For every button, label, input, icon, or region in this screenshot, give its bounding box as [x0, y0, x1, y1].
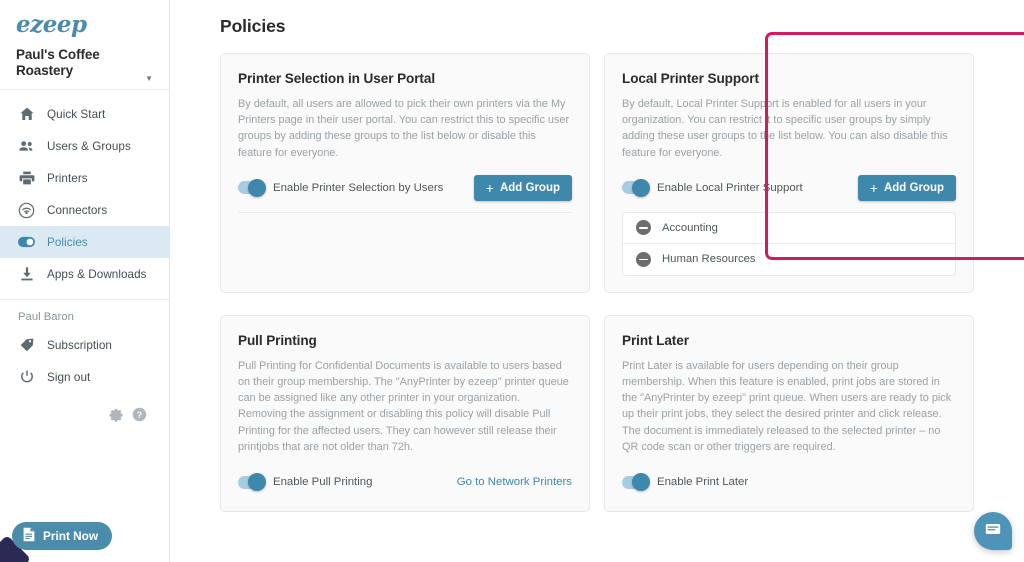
policy-card-pull-printing: Pull Printing Pull Printing for Confiden… — [220, 314, 590, 513]
chat-icon — [984, 520, 1002, 543]
toggle-label: Enable Printer Selection by Users — [273, 181, 444, 194]
printer-icon — [18, 170, 35, 187]
toggle-icon — [18, 234, 35, 251]
card-description: By default, all users are allowed to pic… — [238, 98, 570, 159]
document-icon — [22, 527, 36, 545]
chevron-down-icon[interactable]: ▼ — [145, 75, 153, 83]
toggle-switch-on[interactable] — [622, 473, 650, 492]
sidebar-item-apps-downloads[interactable]: Apps & Downloads — [0, 258, 169, 290]
assigned-group-list: Accounting Human Resources — [622, 211, 956, 276]
sidebar-item-policies[interactable]: Policies — [0, 226, 169, 258]
tag-icon — [18, 337, 35, 354]
plus-icon: + — [869, 179, 878, 196]
sidebar: ezeep Paul's Coffee Roastery ▼ Quick Sta… — [0, 0, 170, 562]
sidebar-item-sign-out[interactable]: Sign out — [0, 361, 169, 393]
app-root: ezeep Paul's Coffee Roastery ▼ Quick Sta… — [0, 0, 1024, 562]
sidebar-item-connectors[interactable]: Connectors — [0, 194, 169, 226]
empty-group-area — [238, 213, 572, 269]
sidebar-item-printers[interactable]: Printers — [0, 162, 169, 194]
card-title: Local Printer Support — [622, 71, 759, 86]
card-controls-row: Enable Local Printer Support + Add Group — [622, 174, 956, 201]
plus-icon: + — [485, 179, 494, 196]
card-description: By default, Local Printer Support is ena… — [622, 98, 948, 159]
toggle-switch-on[interactable] — [238, 473, 266, 492]
page-title: Policies — [220, 16, 286, 36]
enable-local-printer-support-toggle[interactable]: Enable Local Printer Support — [622, 178, 803, 197]
group-name: Human Resources — [662, 253, 756, 266]
help-icon[interactable]: ? — [132, 407, 147, 422]
enable-printer-selection-toggle[interactable]: Enable Printer Selection by Users — [238, 178, 444, 197]
sidebar-item-label: Connectors — [47, 203, 108, 217]
ezeep-logo: ezeep — [16, 11, 87, 38]
sidebar-item-label: Policies — [47, 235, 88, 249]
toggle-label: Enable Print Later — [657, 476, 749, 489]
policy-card-printer-selection: Printer Selection in User Portal By defa… — [220, 53, 590, 293]
list-item[interactable]: Accounting — [623, 213, 955, 244]
utility-icon-row: ? — [0, 393, 169, 422]
print-now-label: Print Now — [43, 529, 99, 543]
add-group-button[interactable]: + Add Group — [857, 174, 956, 201]
list-item[interactable]: Human Resources — [623, 244, 955, 275]
policy-card-grid: Printer Selection in User Portal By defa… — [220, 53, 984, 513]
sidebar-item-users-groups[interactable]: Users & Groups — [0, 130, 169, 162]
card-title: Pull Printing — [238, 332, 317, 348]
toggle-switch-on[interactable] — [622, 178, 650, 197]
home-icon — [18, 106, 35, 123]
brand-block: ezeep Paul's Coffee Roastery ▼ — [0, 0, 169, 90]
sidebar-item-label: Users & Groups — [47, 139, 131, 153]
policy-card-print-later: Print Later Print Later is available for… — [604, 314, 974, 513]
remove-group-icon[interactable] — [636, 251, 651, 267]
add-group-label: Add Group — [499, 181, 560, 194]
toggle-label: Enable Pull Printing — [273, 476, 373, 489]
enable-print-later-toggle[interactable]: Enable Print Later — [622, 473, 749, 492]
gear-icon[interactable] — [109, 408, 123, 422]
users-icon — [18, 138, 35, 155]
download-icon — [18, 266, 35, 283]
card-description: Pull Printing for Confidential Documents… — [238, 359, 569, 453]
remove-group-icon[interactable] — [636, 220, 651, 236]
group-name: Accounting — [662, 221, 718, 234]
policy-card-local-printer-support: Local Printer Support By default, Local … — [604, 53, 974, 293]
add-group-label: Add Group — [883, 181, 944, 194]
add-group-button[interactable]: + Add Group — [473, 174, 572, 201]
sidebar-item-label: Apps & Downloads — [47, 267, 147, 281]
main-content: Policies Printer Selection in User Porta… — [170, 0, 1024, 562]
go-to-network-printers-link[interactable]: Go to Network Printers — [457, 476, 572, 488]
card-controls-row: Enable Pull Printing Go to Network Print… — [238, 469, 572, 495]
card-description: Print Later is available for users depen… — [622, 359, 952, 453]
sidebar-item-label: Printers — [47, 171, 88, 185]
sidebar-item-label: Quick Start — [47, 107, 106, 121]
sidebar-item-label: Subscription — [47, 338, 112, 352]
power-icon — [18, 369, 35, 386]
enable-pull-printing-toggle[interactable]: Enable Pull Printing — [238, 473, 373, 492]
sidebar-item-quick-start[interactable]: Quick Start — [0, 98, 169, 130]
card-title: Print Later — [622, 332, 689, 348]
sidebar-item-subscription[interactable]: Subscription — [0, 329, 169, 361]
toggle-switch-on[interactable] — [238, 178, 266, 197]
sidebar-user-name: Paul Baron — [18, 311, 74, 323]
svg-text:?: ? — [137, 410, 142, 420]
primary-nav: Quick Start Users & Groups Printers Conn… — [0, 90, 169, 422]
card-title: Printer Selection in User Portal — [238, 71, 435, 86]
organization-name: Paul's Coffee Roastery — [16, 47, 100, 78]
chat-support-button[interactable] — [974, 512, 1012, 550]
sidebar-item-label: Sign out — [47, 370, 91, 384]
toggle-label: Enable Local Printer Support — [657, 181, 803, 194]
card-controls-row: Enable Print Later — [622, 469, 956, 495]
connector-icon — [18, 202, 35, 219]
print-now-button[interactable]: Print Now — [12, 522, 113, 550]
card-controls-row: Enable Printer Selection by Users + Add … — [238, 174, 572, 201]
